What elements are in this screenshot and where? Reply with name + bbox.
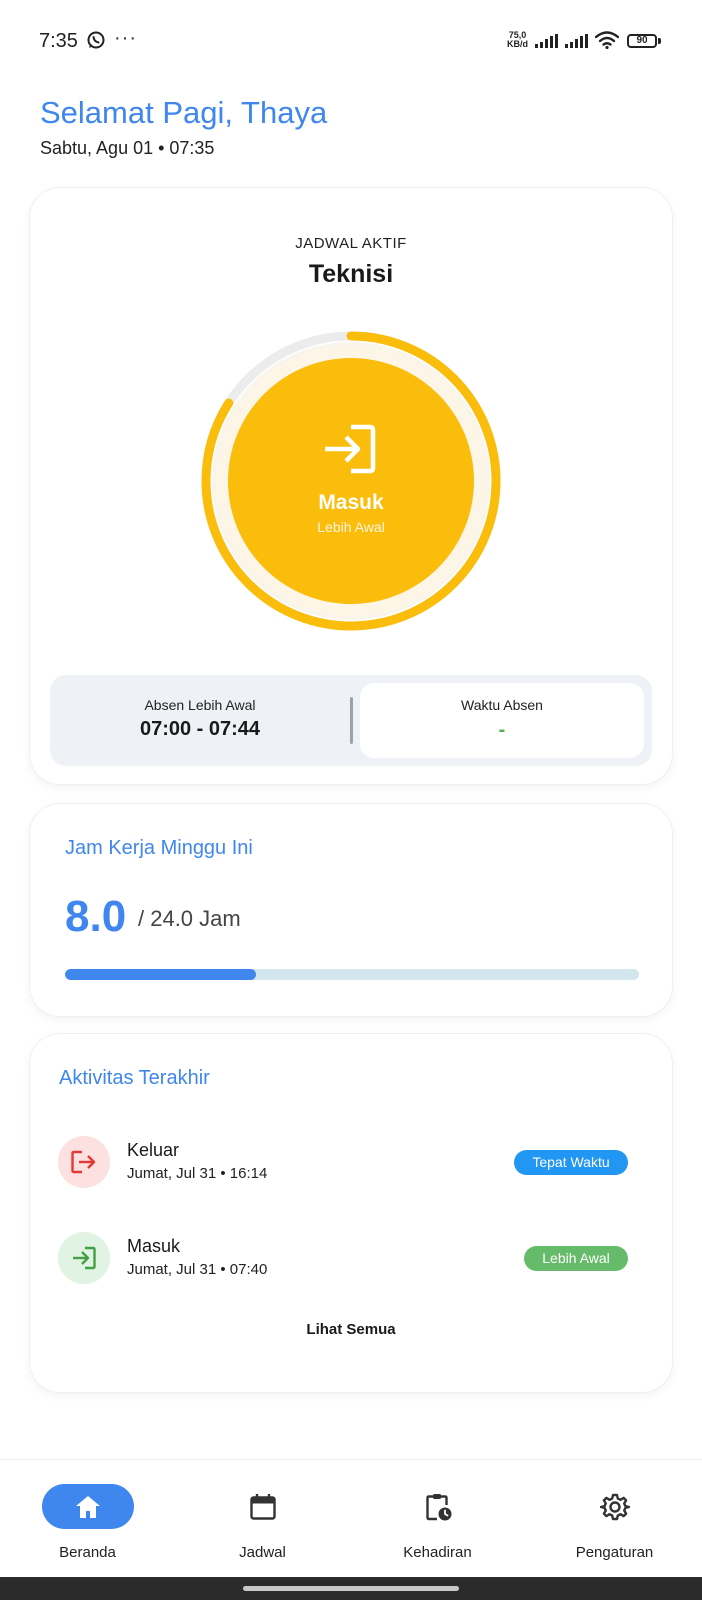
nav-label: Kehadiran [403,1544,472,1561]
activity-time: Jumat, Jul 31 • 16:14 [127,1165,268,1182]
signal-icon [535,34,558,48]
greeting-title: Selamat Pagi, Thaya [40,95,328,130]
attendance-time-label: Waktu Absen [461,697,543,713]
activity-name: Keluar [127,1140,180,1160]
more-notifications-icon: ··· [114,27,137,49]
status-badge: Tepat Waktu [514,1150,628,1175]
attendance-time-value: - [498,719,506,741]
network-speed: 75,0 KB/d [507,31,528,49]
active-schedule-label: JADWAL AKTIF [295,235,407,252]
nav-item-pengaturan[interactable]: Pengaturan [527,1460,702,1577]
nav-label: Jadwal [239,1544,286,1561]
weekly-hours-total: / 24.0 Jam [138,906,241,931]
activity-time: Jumat, Jul 31 • 07:40 [127,1261,268,1278]
activity-icon-circle [58,1232,110,1284]
gesture-handle[interactable] [243,1586,459,1591]
weekly-hours-card: Jam Kerja Minggu Ini 8.0 / 24.0 Jam [30,804,672,1016]
gear-icon [600,1493,630,1521]
attendance-clipboard-icon [426,1494,452,1521]
see-all-link[interactable]: Lihat Semua [30,1321,672,1338]
weekly-hours-progress-fill [65,969,257,980]
attendance-window-box: Absen Lebih Awal 07:00 - 07:44 Waktu Abs… [50,675,652,766]
status-bar: 7:35 ··· 75,0 KB/d 90 [0,0,702,84]
nav-label: Pengaturan [575,1544,654,1561]
weekly-hours-progress [65,969,639,980]
checkin-status: Lebih Awal [317,519,385,535]
battery-tip [658,38,661,44]
battery-icon: 90 [627,34,657,48]
weekly-hours-value: 8.0 [65,892,127,941]
active-schedule-card: JADWAL AKTIF Teknisi Masuk Lebih Awal Ab… [30,188,672,784]
current-date-time: Sabtu, Agu 01 • 07:35 [40,138,215,158]
early-window: Absen Lebih Awal 07:00 - 07:44 [50,675,350,766]
login-icon [73,1246,96,1270]
whatsapp-icon [87,31,105,49]
activity-icon-circle [58,1136,110,1188]
logout-icon [71,1150,96,1174]
network-speed-unit: KB/d [507,39,528,49]
early-window-range: 07:00 - 07:44 [139,718,261,740]
wifi-icon [595,31,619,49]
login-icon [325,424,376,474]
bottom-navigation: Beranda Jadwal Kehadiran Pengaturan [0,1460,702,1577]
activity-item[interactable]: Masuk Jumat, Jul 31 • 07:40 Lebih Awal [30,1226,672,1296]
recent-activity-card: Aktivitas Terakhir Keluar Jumat, Jul 31 … [30,1034,672,1392]
nav-label: Beranda [59,1544,116,1561]
activity-name: Masuk [127,1236,181,1256]
calendar-icon [250,1494,276,1520]
early-window-label: Absen Lebih Awal [144,697,256,713]
system-gesture-bar [0,1577,702,1600]
divider [350,697,353,744]
nav-item-beranda[interactable]: Beranda [0,1460,175,1577]
status-time: 7:35 [39,30,78,52]
recent-activity-title: Aktivitas Terakhir [59,1067,210,1089]
nav-item-kehadiran[interactable]: Kehadiran [350,1460,525,1577]
signal-icon [565,34,588,48]
nav-item-jadwal[interactable]: Jadwal [175,1460,350,1577]
active-schedule-name: Teknisi [308,260,394,288]
status-badge: Lebih Awal [524,1246,628,1271]
checkin-label: Masuk [318,491,384,514]
activity-item[interactable]: Keluar Jumat, Jul 31 • 16:14 Tepat Waktu [30,1130,672,1200]
checkin-button[interactable]: Masuk Lebih Awal [228,358,474,604]
weekly-hours-title: Jam Kerja Minggu Ini [65,837,253,859]
home-icon [76,1496,100,1518]
attendance-time: Waktu Absen - [360,683,644,758]
